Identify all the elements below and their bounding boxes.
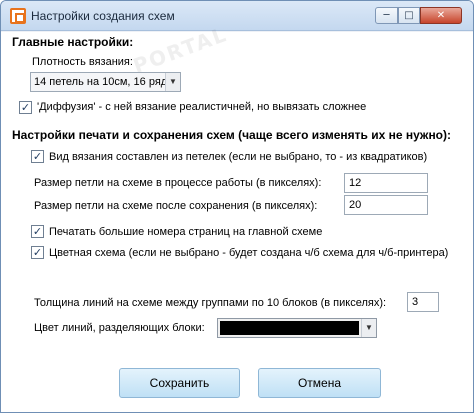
main-settings-heading: Главные настройки:: [12, 35, 134, 49]
line-color-select[interactable]: ▼: [217, 318, 377, 338]
save-button[interactable]: Сохранить: [119, 368, 240, 398]
cancel-button[interactable]: Отмена: [258, 368, 381, 398]
maximize-button[interactable]: □: [398, 7, 420, 24]
chevron-down-icon: ▼: [361, 319, 376, 337]
diffusion-checkbox[interactable]: ✓: [19, 101, 32, 114]
density-label: Плотность вязания:: [32, 56, 133, 68]
loops-label: Вид вязания составлен из петелек (если н…: [49, 151, 428, 163]
loops-checkbox[interactable]: ✓: [31, 150, 44, 163]
settings-dialog: Настройки создания схем ─ □ ✕ PORTAL Гла…: [0, 0, 474, 413]
diffusion-label: 'Диффузия' - с ней вязание реалистичней,…: [37, 101, 367, 113]
app-logo-icon: [10, 8, 26, 24]
title-bar: Настройки создания схем ─ □ ✕: [1, 1, 473, 31]
size-work-label: Размер петли на схеме в процессе работы …: [34, 177, 322, 189]
size-save-label: Размер петли на схеме после сохранения (…: [34, 200, 318, 212]
color-scheme-checkbox[interactable]: ✓: [31, 246, 44, 259]
density-select-value: 14 петель на 10см, 16 рядов: [34, 76, 180, 88]
minimize-button[interactable]: ─: [375, 7, 398, 24]
close-button[interactable]: ✕: [420, 7, 462, 24]
color-scheme-label: Цветная схема (если не выбрано - будет с…: [49, 247, 449, 259]
chevron-down-icon: ▼: [165, 73, 180, 91]
size-work-input[interactable]: 12: [344, 173, 428, 193]
line-width-label: Толщина линий на схеме между группами по…: [34, 297, 387, 309]
page-numbers-checkbox[interactable]: ✓: [31, 225, 44, 238]
line-color-swatch: [220, 321, 359, 335]
print-settings-heading: Настройки печати и сохранения схем (чаще…: [12, 128, 452, 142]
line-color-label: Цвет линий, разделяющих блоки:: [34, 322, 205, 334]
density-select[interactable]: 14 петель на 10см, 16 рядов ▼: [30, 72, 181, 92]
window-title: Настройки создания схем: [31, 9, 175, 23]
dialog-content: PORTAL Главные настройки: Плотность вяза…: [1, 22, 473, 412]
page-numbers-label: Печатать большие номера страниц на главн…: [49, 226, 323, 238]
size-save-input[interactable]: 20: [344, 195, 428, 215]
line-width-input[interactable]: 3: [407, 292, 439, 312]
